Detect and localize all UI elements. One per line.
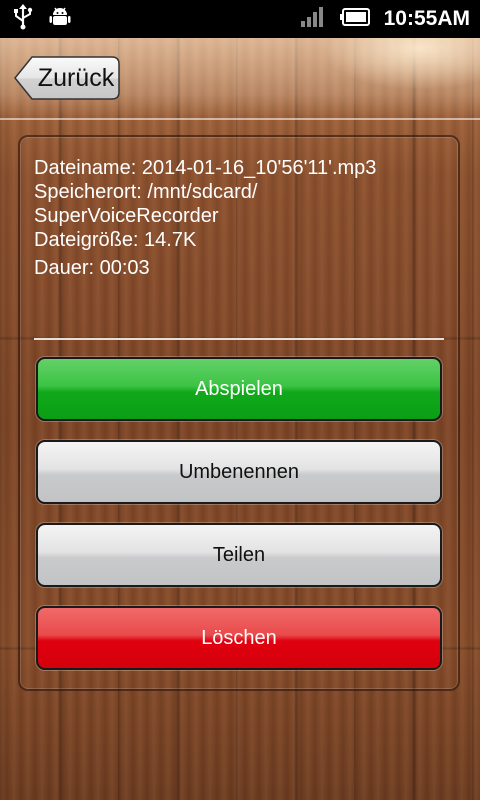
delete-button-label: Löschen (201, 626, 277, 649)
location-text: Speicherort: /mnt/sdcard/ (34, 181, 258, 203)
file-size-text: Dateigröße: 14.7K (34, 229, 197, 251)
android-debug-icon (48, 5, 72, 33)
delete-button[interactable]: Löschen (36, 606, 442, 670)
usb-icon (12, 4, 34, 34)
share-button-label: Teilen (212, 543, 266, 566)
back-button-label: Zurück (37, 64, 115, 92)
back-button[interactable]: Zurück (14, 56, 120, 100)
status-bar: 10:55AM (0, 0, 480, 38)
filename-text: Dateiname: 2014-01-16_10'56'11'.mp3 (34, 157, 377, 179)
info-divider (34, 338, 444, 340)
signal-icon (300, 5, 326, 33)
header-divider (0, 118, 480, 120)
rename-button-label: Umbenennen (178, 460, 300, 483)
battery-icon (339, 8, 370, 30)
rename-button[interactable]: Umbenennen (36, 440, 442, 504)
play-button-label: Abspielen (195, 377, 283, 400)
duration-text: Dauer: 00:03 (34, 257, 150, 279)
clock: 10:55AM (383, 7, 470, 30)
play-button[interactable]: Abspielen (36, 357, 442, 421)
location-text-continued: SuperVoiceRecorder (34, 205, 219, 227)
share-button[interactable]: Teilen (36, 523, 442, 587)
file-info: Dateiname: 2014-01-16_10'56'11'.mp3 Spei… (34, 156, 454, 280)
